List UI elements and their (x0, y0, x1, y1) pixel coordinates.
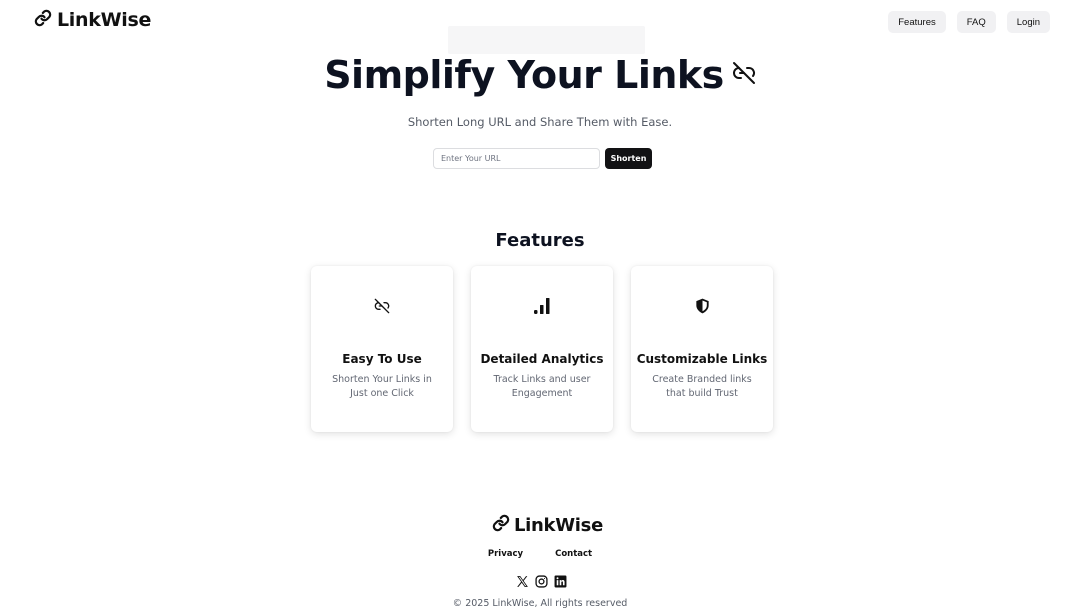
broken-link-icon (311, 298, 453, 314)
signal-bars-icon (471, 298, 613, 314)
brand-logo[interactable]: LinkWise (34, 9, 151, 31)
feature-card-easy: Easy To Use Shorten Your Links in Just o… (311, 266, 453, 432)
footer-brand-name: LinkWise (514, 514, 603, 536)
social-links (516, 573, 567, 592)
shorten-form: Shorten (433, 148, 652, 169)
copyright: © 2025 LinkWise, All rights reserved (452, 598, 628, 609)
url-input[interactable] (433, 148, 600, 169)
linkedin-icon[interactable] (554, 573, 567, 592)
hero-subtitle: Shorten Long URL and Share Them with Eas… (407, 115, 673, 129)
features-heading: Features (495, 230, 585, 251)
x-icon[interactable] (516, 573, 529, 592)
hero-badge-placeholder (448, 26, 645, 54)
feature-card-desc: Shorten Your Links in Just one Click (332, 374, 432, 399)
shorten-button[interactable]: Shorten (605, 148, 652, 169)
feature-card-analytics: Detailed Analytics Track Links and user … (471, 266, 613, 432)
privacy-link[interactable]: Privacy (488, 549, 523, 559)
features-nav-button[interactable]: Features (888, 11, 946, 33)
feature-card-title: Customizable Links (636, 352, 768, 366)
link-icon (34, 9, 52, 31)
instagram-icon[interactable] (535, 573, 548, 592)
link-icon (492, 514, 510, 536)
footer-links: Privacy Contact (0, 549, 1080, 559)
broken-link-icon (732, 61, 756, 89)
top-nav: Features FAQ Login (888, 11, 1050, 33)
contact-link[interactable]: Contact (555, 549, 592, 559)
faq-nav-button[interactable]: FAQ (956, 11, 996, 33)
feature-card-custom: Customizable Links Create Branded links … (631, 266, 773, 432)
feature-card-title: Easy To Use (342, 352, 422, 366)
hero-title: Simplify Your Links (0, 53, 1080, 97)
footer-brand[interactable]: LinkWise (492, 514, 603, 536)
hero-title-text: Simplify Your Links (324, 53, 724, 97)
shield-icon (631, 298, 773, 314)
feature-card-desc: Track Links and user Engagement (493, 374, 591, 399)
feature-card-title: Detailed Analytics (480, 352, 604, 366)
feature-card-desc: Create Branded links that build Trust (652, 374, 752, 399)
feature-cards: Easy To Use Shorten Your Links in Just o… (311, 266, 773, 432)
brand-name: LinkWise (57, 9, 152, 31)
login-button[interactable]: Login (1006, 11, 1050, 33)
